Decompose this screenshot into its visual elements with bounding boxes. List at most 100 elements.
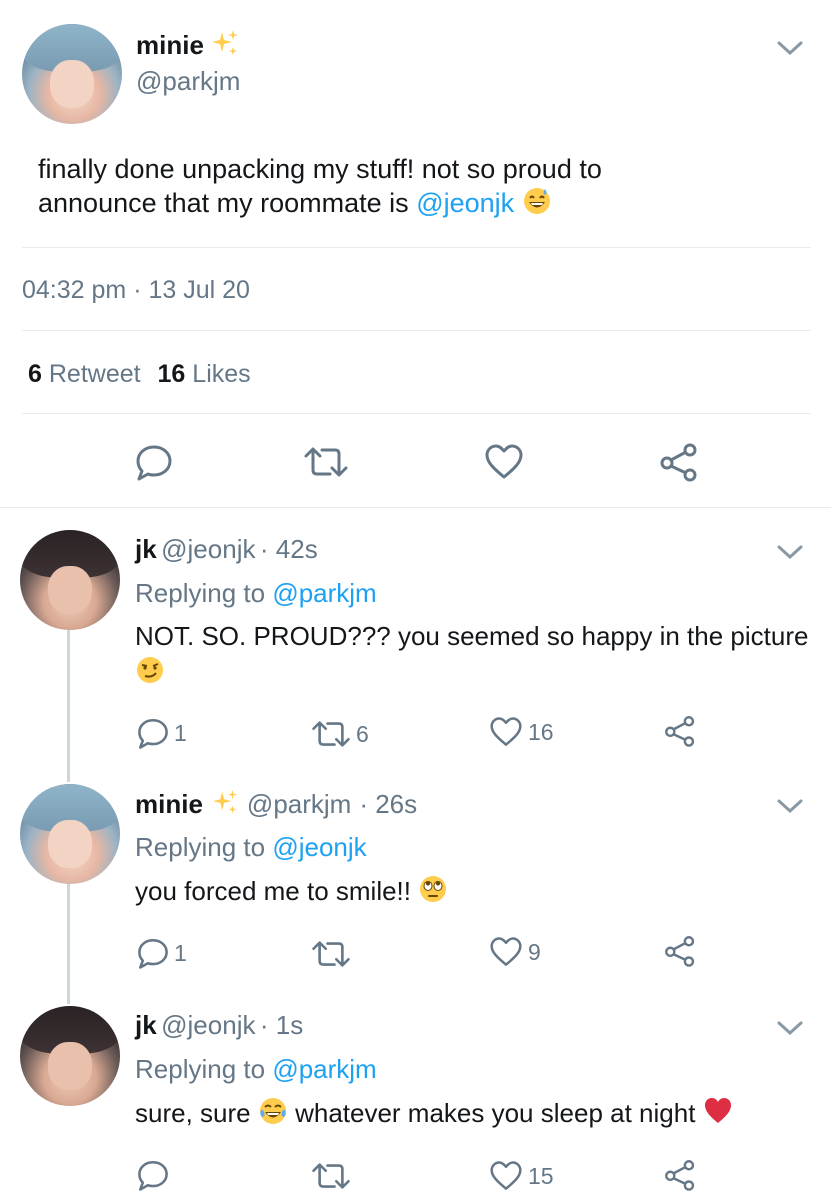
avatar[interactable]: [22, 24, 122, 124]
divider: [22, 247, 811, 248]
reply-header: jk @jeonjk · 42s: [135, 534, 318, 565]
like-stat[interactable]: 16 Likes: [158, 360, 251, 388]
retweet-icon: [304, 447, 348, 477]
retweet-button[interactable]: [310, 1160, 352, 1192]
chevron-down-icon[interactable]: [775, 542, 805, 562]
author-display-name[interactable]: minie: [135, 789, 203, 820]
heart-icon: [490, 937, 522, 966]
smirk-emoji: [135, 655, 165, 693]
share-icon: [665, 936, 695, 967]
reply-text-fragment: whatever makes you sleep at night: [295, 1097, 696, 1128]
reply-icon: [138, 1160, 168, 1191]
chevron-down-icon[interactable]: [775, 796, 805, 816]
chevron-down-icon[interactable]: [775, 38, 805, 58]
author-display-name[interactable]: jk: [135, 534, 157, 564]
thread-line: [67, 882, 70, 1004]
grinning-sweat-emoji: [522, 186, 552, 224]
mention-link[interactable]: @jeonjk: [416, 188, 514, 218]
reply-button[interactable]: 1: [136, 936, 187, 970]
replying-label: Replying to: [135, 832, 266, 862]
share-icon: [665, 1160, 695, 1191]
divider: [0, 507, 831, 508]
reply-time: · 26s: [359, 789, 418, 819]
reply-text-line: NOT. SO. PROUD??? you seemed so happy in…: [135, 621, 809, 651]
reply-time: · 1s: [259, 1010, 304, 1040]
retweet-button[interactable]: 6: [310, 718, 369, 750]
author-display-name[interactable]: minie: [136, 30, 204, 61]
reply-icon: [138, 938, 168, 969]
red-heart-emoji: [703, 1097, 733, 1133]
reply-text-fragment: sure, sure: [135, 1097, 251, 1128]
retweet-icon: [312, 941, 350, 967]
replying-label: Replying to: [135, 1054, 266, 1084]
mention-link[interactable]: @jeonjk: [272, 832, 366, 862]
like-label: Likes: [192, 360, 251, 388]
replying-to: Replying to @parkjm: [135, 578, 377, 609]
share-button[interactable]: [658, 441, 700, 483]
avatar[interactable]: [20, 530, 120, 630]
retweet-button[interactable]: [302, 444, 350, 480]
tweet-time: 04:32 pm: [22, 276, 127, 304]
reply-time: · 42s: [259, 534, 318, 564]
retweet-icon: [312, 1163, 350, 1189]
mention-link[interactable]: @parkjm: [272, 1054, 376, 1084]
tweet-text-fragment: announce that my roommate is: [38, 188, 417, 219]
tweet-text: finally done unpacking my stuff! not so …: [38, 152, 798, 224]
tweet-timestamp[interactable]: 04:32 pm · 13 Jul 20: [22, 276, 250, 305]
engagement-stats: 6 Retweet 16 Likes: [28, 360, 251, 389]
separator: ·: [133, 276, 142, 304]
divider: [22, 413, 811, 414]
heart-icon: [490, 1161, 522, 1190]
heart-icon: [485, 444, 523, 479]
retweet-icon: [312, 721, 350, 747]
replying-to: Replying to @parkjm: [135, 1054, 377, 1085]
heart-icon: [490, 717, 522, 746]
sparkles-icon: [210, 28, 240, 63]
tweet-text-line: announce that my roommate is @jeonjk: [38, 186, 798, 224]
share-button[interactable]: [663, 934, 697, 968]
avatar[interactable]: [20, 784, 120, 884]
retweet-label: Retweet: [48, 360, 141, 388]
chevron-down-icon[interactable]: [775, 1018, 805, 1038]
share-icon: [665, 716, 695, 747]
reply-icon: [138, 718, 168, 749]
author-handle[interactable]: @parkjm: [247, 789, 351, 820]
avatar[interactable]: [20, 1006, 120, 1106]
author-display-name[interactable]: jk: [135, 1010, 157, 1040]
mention-link[interactable]: @parkjm: [272, 578, 376, 608]
reply-count: 1: [174, 719, 187, 746]
author-handle[interactable]: @parkjm: [136, 66, 240, 97]
reply-icon: [136, 445, 172, 481]
reply-text: sure, sure whatever makes you sleep at n…: [135, 1096, 733, 1134]
like-count: 9: [528, 938, 541, 965]
author-name[interactable]: minie: [136, 28, 240, 63]
author-handle[interactable]: @jeonjk: [161, 534, 255, 564]
like-count: 16: [157, 360, 186, 388]
reply-button[interactable]: [136, 1158, 170, 1192]
author-handle[interactable]: @jeonjk: [161, 1010, 255, 1040]
share-button[interactable]: [663, 714, 697, 748]
share-button[interactable]: [663, 1158, 697, 1192]
reply-text: you forced me to smile!!: [135, 874, 448, 912]
share-icon: [660, 443, 697, 482]
retweet-stat[interactable]: 6 Retweet: [28, 360, 148, 388]
like-button[interactable]: 16: [488, 716, 554, 748]
thread-line: [67, 628, 70, 782]
like-count: 15: [528, 1162, 554, 1189]
replying-to: Replying to @jeonjk: [135, 832, 367, 863]
reply-header: minie @parkjm · 26s: [135, 788, 417, 821]
like-button[interactable]: 15: [488, 1160, 554, 1192]
like-count: 16: [528, 718, 554, 745]
tweet-text-line: finally done unpacking my stuff! not so …: [38, 154, 602, 184]
tears-of-joy-emoji: [258, 1096, 288, 1134]
divider: [22, 330, 811, 331]
retweet-button[interactable]: [310, 938, 352, 970]
reply-button[interactable]: 1: [136, 716, 187, 750]
reply-header: jk @jeonjk · 1s: [135, 1010, 303, 1041]
reply-count: 1: [174, 939, 187, 966]
eye-roll-emoji: [418, 874, 448, 912]
like-button[interactable]: [483, 443, 525, 481]
reply-button[interactable]: [134, 442, 174, 482]
retweet-count: 6: [356, 720, 369, 747]
like-button[interactable]: 9: [488, 936, 541, 968]
